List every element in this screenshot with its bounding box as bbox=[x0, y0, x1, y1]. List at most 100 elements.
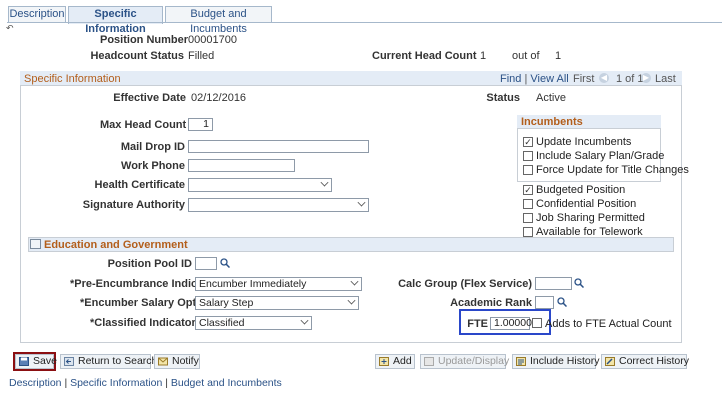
current-head-count-value: 1 bbox=[480, 50, 487, 62]
update-incumbents-label: Update Incumbents bbox=[536, 136, 632, 148]
panel-navigation: Find | View All bbox=[500, 73, 569, 85]
academic-rank-input[interactable] bbox=[535, 296, 554, 309]
job-sharing-checkbox[interactable] bbox=[523, 213, 533, 223]
tab-divider bbox=[7, 22, 722, 23]
fte-input[interactable]: 1.000000 bbox=[490, 317, 538, 330]
pre-encumbrance-value: Encumber Immediately bbox=[199, 278, 307, 290]
calc-group-input[interactable] bbox=[535, 277, 572, 290]
pre-encumbrance-label: *Pre-Encumbrance Indicator bbox=[70, 278, 218, 290]
pre-encumbrance-select[interactable]: Encumber Immediately bbox=[195, 277, 362, 291]
include-salary-label: Include Salary Plan/Grade bbox=[536, 150, 665, 162]
fte-label: FTE bbox=[467, 318, 488, 330]
history-icon bbox=[516, 357, 526, 366]
position-number-label: Position Number bbox=[100, 34, 189, 46]
chevron-down-icon bbox=[347, 296, 356, 305]
search-icon[interactable] bbox=[574, 278, 584, 288]
calc-group-label: Calc Group (Flex Service) bbox=[398, 278, 532, 290]
add-button[interactable]: Add bbox=[375, 354, 415, 369]
classified-indicator-label: *Classified Indicator bbox=[90, 317, 196, 329]
status-label: Status bbox=[486, 92, 520, 104]
out-of-value: 1 bbox=[555, 50, 562, 62]
force-update-checkbox[interactable] bbox=[523, 165, 533, 175]
status-value: Active bbox=[536, 92, 566, 104]
include-salary-checkbox[interactable] bbox=[523, 151, 533, 161]
budgeted-position-checkbox[interactable]: ✓ bbox=[523, 185, 533, 195]
effective-date-label: Effective Date bbox=[113, 92, 186, 104]
signature-authority-select[interactable] bbox=[188, 198, 369, 212]
add-icon bbox=[379, 357, 389, 366]
work-phone-input[interactable] bbox=[188, 159, 295, 172]
search-icon[interactable] bbox=[557, 297, 567, 307]
chevron-down-icon bbox=[320, 178, 329, 187]
update-incumbents-checkbox[interactable]: ✓ bbox=[523, 137, 533, 147]
find-link[interactable]: Find bbox=[500, 73, 521, 85]
adds-to-fte-label: Adds to FTE Actual Count bbox=[545, 318, 672, 330]
health-certificate-select[interactable] bbox=[188, 178, 332, 192]
encumber-salary-value: Salary Step bbox=[199, 297, 254, 309]
cursor-icon: ↶ bbox=[6, 23, 14, 33]
collapse-icon[interactable] bbox=[30, 239, 41, 249]
save-label: Save bbox=[33, 355, 57, 367]
bottom-link-description[interactable]: Description bbox=[9, 377, 62, 389]
force-update-label: Force Update for Title Changes bbox=[536, 164, 689, 176]
next-icon[interactable]: ▶ bbox=[641, 73, 651, 83]
confidential-position-checkbox[interactable] bbox=[523, 199, 533, 209]
update-display-icon bbox=[424, 357, 434, 366]
update-display-button[interactable]: Update/Display bbox=[420, 354, 510, 369]
position-pool-label: Position Pool ID bbox=[107, 258, 192, 270]
correct-history-label: Correct History bbox=[619, 355, 690, 367]
bottom-link-specific-information[interactable]: Specific Information bbox=[70, 377, 162, 389]
notify-icon bbox=[158, 357, 168, 366]
bottom-link-budget-and-incumbents[interactable]: Budget and Incumbents bbox=[171, 377, 282, 389]
signature-authority-label: Signature Authority bbox=[82, 199, 185, 211]
education-section-title: Education and Government bbox=[44, 239, 188, 251]
search-icon[interactable] bbox=[220, 258, 230, 268]
include-history-button[interactable]: Include History bbox=[512, 354, 600, 369]
row-range: 1 of 1 bbox=[616, 73, 644, 85]
bottom-navigation: Description | Specific Information | Bud… bbox=[9, 377, 282, 389]
classified-indicator-select[interactable]: Classified bbox=[195, 316, 312, 330]
update-display-label: Update/Display bbox=[438, 355, 510, 367]
tab-budget-and-incumbents[interactable]: Budget and Incumbents bbox=[165, 6, 272, 35]
incumbents-title: Incumbents bbox=[521, 116, 583, 128]
return-icon bbox=[64, 357, 74, 366]
first-link[interactable]: First bbox=[573, 73, 594, 85]
tab-description[interactable]: Description bbox=[8, 6, 66, 23]
max-head-count-label: Max Head Count bbox=[100, 119, 187, 131]
return-to-search-button[interactable]: Return to Search bbox=[60, 354, 157, 369]
view-all-link[interactable]: View All bbox=[530, 73, 568, 85]
effective-date-value: 02/12/2016 bbox=[191, 92, 247, 104]
include-history-label: Include History bbox=[530, 355, 600, 367]
panel-title: Specific Information bbox=[24, 73, 121, 85]
encumber-salary-select[interactable]: Salary Step bbox=[195, 296, 359, 310]
add-label: Add bbox=[393, 355, 412, 367]
adds-to-fte-checkbox[interactable] bbox=[532, 318, 542, 328]
max-head-count-input[interactable]: 1 bbox=[188, 118, 213, 131]
position-pool-input[interactable] bbox=[195, 257, 217, 270]
chevron-down-icon bbox=[357, 198, 366, 207]
notify-label: Notify bbox=[172, 355, 199, 367]
work-phone-label: Work Phone bbox=[121, 160, 185, 172]
previous-icon[interactable]: ◀ bbox=[599, 73, 609, 83]
budgeted-position-label: Budgeted Position bbox=[536, 184, 626, 196]
chevron-down-icon bbox=[350, 277, 359, 286]
headcount-status-label: Headcount Status bbox=[90, 50, 184, 62]
position-number-value: 00001700 bbox=[188, 34, 237, 46]
mail-drop-label: Mail Drop ID bbox=[120, 141, 185, 153]
classified-indicator-value: Classified bbox=[199, 317, 245, 329]
return-to-search-label: Return to Search bbox=[78, 355, 158, 367]
correct-history-icon bbox=[605, 357, 615, 366]
encumber-salary-label: *Encumber Salary Option bbox=[80, 297, 213, 309]
last-link[interactable]: Last bbox=[655, 73, 676, 85]
correct-history-button[interactable]: Correct History bbox=[601, 354, 690, 369]
job-sharing-label: Job Sharing Permitted bbox=[536, 212, 645, 224]
headcount-status-value: Filled bbox=[188, 50, 215, 62]
save-button[interactable]: Save bbox=[15, 354, 57, 369]
save-icon bbox=[19, 357, 29, 366]
current-head-count-label: Current Head Count bbox=[372, 50, 477, 62]
academic-rank-label: Academic Rank bbox=[450, 297, 532, 309]
chevron-down-icon bbox=[300, 316, 309, 325]
notify-button[interactable]: Notify bbox=[154, 354, 200, 369]
mail-drop-input[interactable] bbox=[188, 140, 369, 153]
telework-checkbox[interactable] bbox=[523, 227, 533, 237]
